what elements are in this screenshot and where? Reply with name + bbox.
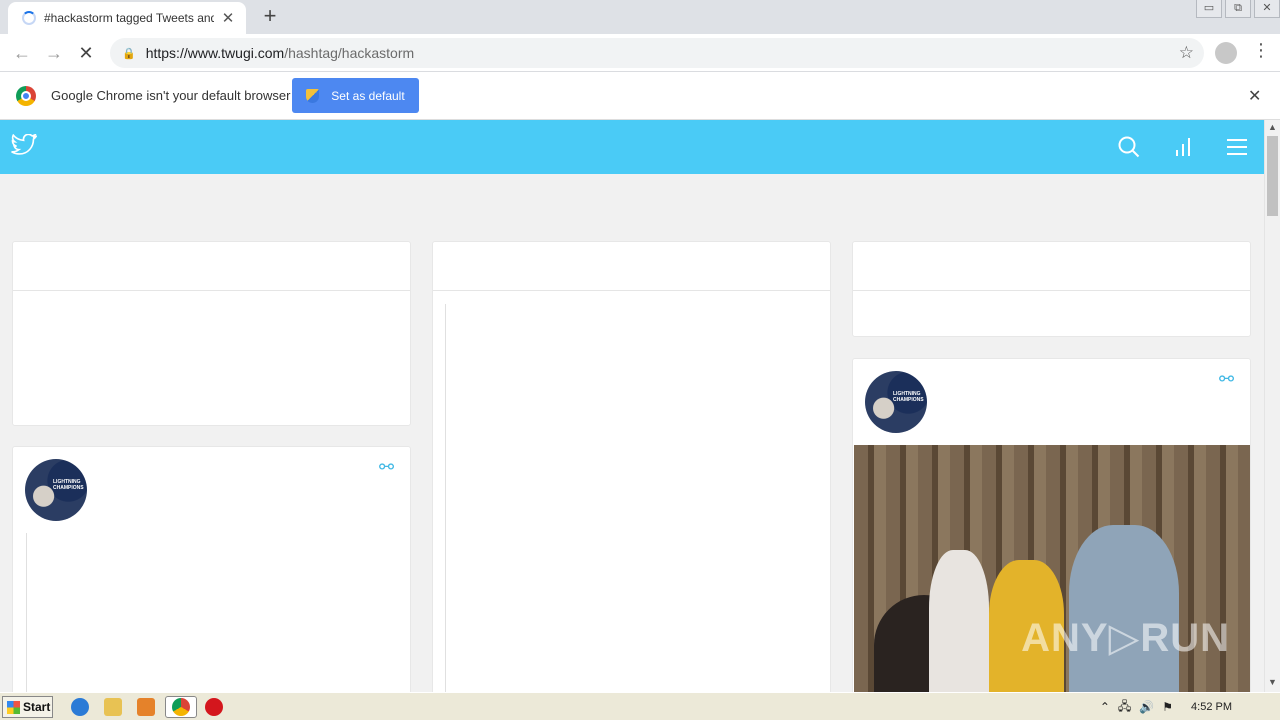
opera-icon[interactable] bbox=[205, 698, 223, 716]
tab-title: #hackastorm tagged Tweets and Do bbox=[44, 11, 214, 25]
browser-menu-icon[interactable]: ⋮ bbox=[1252, 40, 1270, 61]
set-as-default-label: Set as default bbox=[331, 88, 405, 103]
volume-icon[interactable]: 🔊 bbox=[1139, 700, 1154, 714]
tweet-photo[interactable]: ANY▷RUN bbox=[854, 445, 1250, 692]
twitter-bird-icon[interactable] bbox=[11, 134, 37, 156]
scroll-down-icon[interactable]: ▼ bbox=[1268, 677, 1277, 687]
tweet-card[interactable]: LIGHTNING CHAMPIONS ⚯ ANY▷RUN bbox=[852, 358, 1251, 692]
vertical-scrollbar[interactable]: ▲ ▼ bbox=[1264, 120, 1280, 692]
tweet-card-placeholder bbox=[432, 241, 831, 692]
set-as-default-button[interactable]: Set as default bbox=[292, 78, 419, 113]
tweet-card-placeholder bbox=[12, 241, 411, 426]
infobar-close-icon[interactable]: ✕ bbox=[1248, 86, 1261, 106]
tweet-divider bbox=[445, 304, 446, 692]
chrome-icon bbox=[172, 698, 190, 716]
tweet-card-placeholder bbox=[852, 241, 1251, 337]
stop-loading-button[interactable]: ✕ bbox=[70, 37, 102, 69]
browser-toolbar: ← → ✕ 🔒 https://www.twugi.com/hashtag/ha… bbox=[0, 34, 1280, 72]
action-center-flag-icon[interactable]: ⚑ bbox=[1162, 700, 1173, 714]
scroll-up-icon[interactable]: ▲ bbox=[1268, 122, 1277, 132]
card-header bbox=[433, 242, 830, 291]
bookmark-star-icon[interactable]: ☆ bbox=[1179, 43, 1194, 63]
url-host: https://www.twugi.com bbox=[145, 45, 285, 61]
infobar-message: Google Chrome isn't your default browser bbox=[51, 88, 291, 103]
address-bar[interactable]: 🔒 https://www.twugi.com/hashtag/hackasto… bbox=[110, 38, 1204, 68]
shield-icon bbox=[306, 88, 320, 103]
web-page: LIGHTNING CHAMPIONS ⚯ LIGHTNING CHAMPION… bbox=[0, 120, 1264, 692]
profile-avatar-icon[interactable] bbox=[1215, 42, 1237, 64]
windows-flag-icon bbox=[7, 700, 20, 714]
person-shape bbox=[1069, 525, 1179, 692]
search-icon[interactable] bbox=[1118, 136, 1140, 158]
person-shape bbox=[929, 550, 989, 692]
browser-tab[interactable]: #hackastorm tagged Tweets and Do ✕ bbox=[8, 2, 246, 34]
file-explorer-icon[interactable] bbox=[104, 698, 122, 716]
avatar[interactable]: LIGHTNING CHAMPIONS bbox=[865, 371, 927, 433]
start-label: Start bbox=[23, 700, 51, 714]
chrome-logo-icon bbox=[16, 86, 36, 106]
avatar[interactable]: LIGHTNING CHAMPIONS bbox=[25, 459, 87, 521]
scrollbar-thumb[interactable] bbox=[1267, 136, 1278, 216]
window-close-button[interactable]: ✕ bbox=[1254, 0, 1280, 18]
tray-expand-icon[interactable]: ⌃ bbox=[1100, 700, 1110, 714]
windows-taskbar: Start ⌃ 🖧 🔊 ⚑ 4:52 PM bbox=[0, 692, 1280, 720]
tab-close-icon[interactable]: ✕ bbox=[220, 9, 236, 27]
internet-explorer-icon[interactable] bbox=[71, 698, 89, 716]
network-icon[interactable]: 🖧 bbox=[1118, 697, 1131, 718]
avatar-text: LIGHTNING CHAMPIONS bbox=[893, 391, 924, 403]
link-icon[interactable]: ⚯ bbox=[1219, 369, 1234, 390]
avatar-text: LIGHTNING CHAMPIONS bbox=[53, 479, 84, 491]
tweet-card[interactable]: LIGHTNING CHAMPIONS ⚯ bbox=[12, 446, 411, 692]
tab-strip: #hackastorm tagged Tweets and Do ✕ + ▭ ⧉… bbox=[0, 0, 1280, 34]
watermark-text: ANY▷RUN bbox=[1021, 616, 1230, 660]
default-browser-infobar: Google Chrome isn't your default browser… bbox=[0, 72, 1280, 120]
url-text[interactable]: https://www.twugi.com/hashtag/hackastorm bbox=[146, 45, 414, 61]
card-header bbox=[853, 242, 1250, 291]
clock[interactable]: 4:52 PM bbox=[1191, 701, 1232, 713]
minimize-button[interactable]: ▭ bbox=[1196, 0, 1222, 18]
new-tab-button[interactable]: + bbox=[258, 5, 282, 29]
url-path: /hashtag/hackastorm bbox=[284, 45, 415, 61]
back-button[interactable]: ← bbox=[6, 37, 38, 69]
restore-button[interactable]: ⧉ bbox=[1225, 0, 1251, 18]
hamburger-menu-icon[interactable] bbox=[1226, 138, 1248, 156]
card-header bbox=[13, 242, 410, 291]
site-header bbox=[0, 120, 1264, 174]
media-player-icon[interactable] bbox=[137, 698, 155, 716]
loading-spinner-icon bbox=[22, 11, 36, 25]
lock-icon: 🔒 bbox=[122, 47, 136, 60]
start-button[interactable]: Start bbox=[2, 696, 53, 718]
forward-button[interactable]: → bbox=[38, 37, 70, 69]
system-tray: ⌃ 🖧 🔊 ⚑ 4:52 PM bbox=[1092, 695, 1280, 719]
tweet-divider bbox=[26, 533, 27, 692]
stats-icon[interactable] bbox=[1174, 136, 1192, 158]
link-icon[interactable]: ⚯ bbox=[379, 457, 394, 478]
window-controls: ▭ ⧉ ✕ bbox=[1193, 0, 1280, 18]
